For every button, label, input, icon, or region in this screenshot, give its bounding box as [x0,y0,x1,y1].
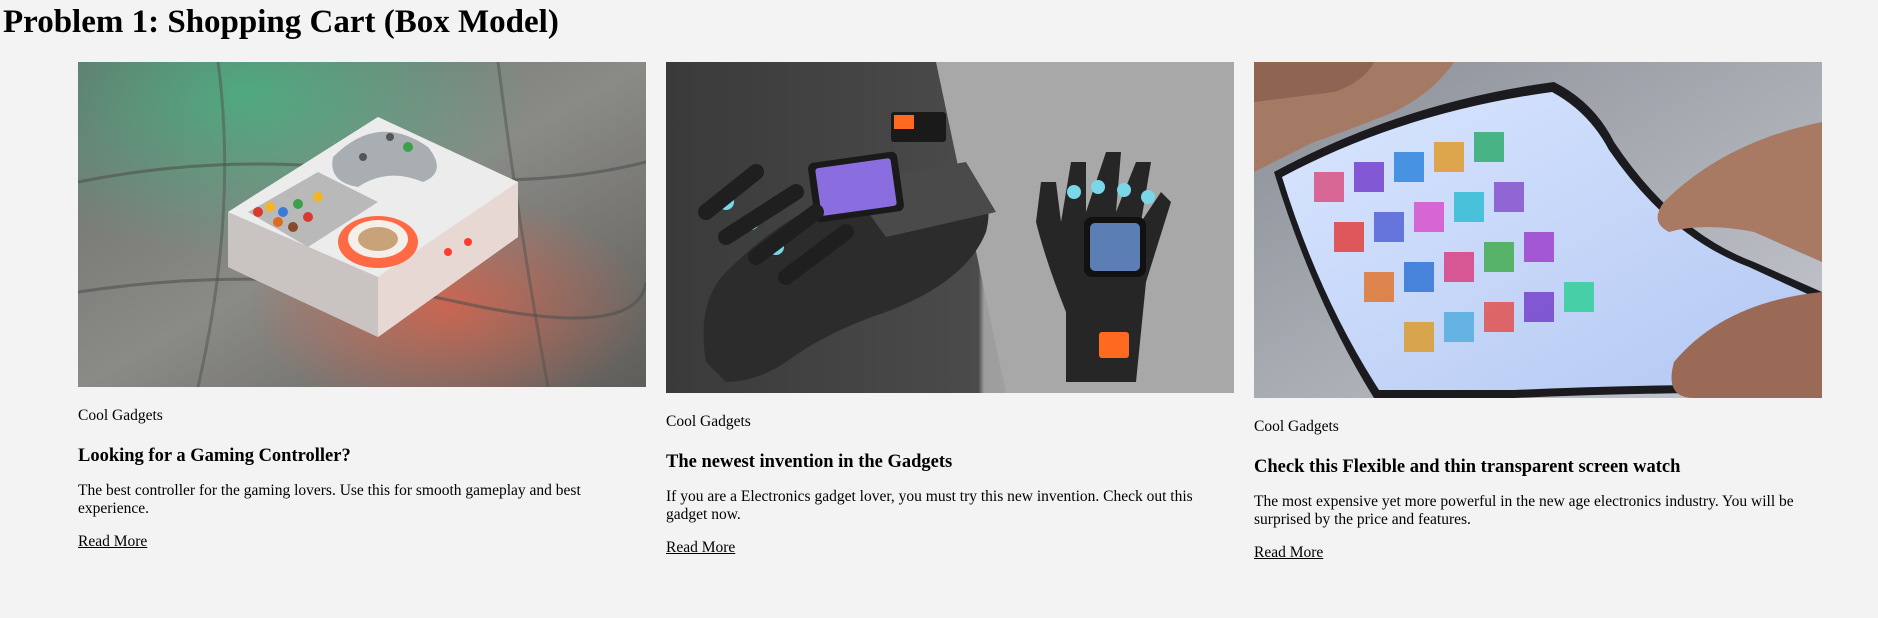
product-card: Cool Gadgets Looking for a Gaming Contro… [78,62,646,551]
page-title: Problem 1: Shopping Cart (Box Model) [3,4,559,40]
card-title: The newest invention in the Gadgets [666,452,953,472]
smart-glove-image [666,62,1234,393]
read-more-link[interactable]: Read More [1254,544,1323,562]
card-description: The most expensive yet more powerful in … [1254,493,1794,528]
product-card: Cool Gadgets The newest invention in the… [666,62,1234,557]
card-title: Looking for a Gaming Controller? [78,446,351,466]
card-category: Cool Gadgets [1254,418,1339,435]
read-more-link[interactable]: Read More [78,533,147,551]
product-card-list: Cool Gadgets Looking for a Gaming Contro… [78,62,1822,562]
card-title: Check this Flexible and thin transparent… [1254,457,1681,477]
gaming-tray-image [78,62,646,387]
read-more-link[interactable]: Read More [666,539,735,557]
product-card: Cool Gadgets Check this Flexible and thi… [1254,62,1822,562]
card-description: If you are a Electronics gadget lover, y… [666,488,1193,523]
card-description: The best controller for the gaming lover… [78,482,581,517]
flexible-screen-image [1254,62,1822,398]
card-category: Cool Gadgets [666,413,751,430]
card-category: Cool Gadgets [78,407,163,424]
